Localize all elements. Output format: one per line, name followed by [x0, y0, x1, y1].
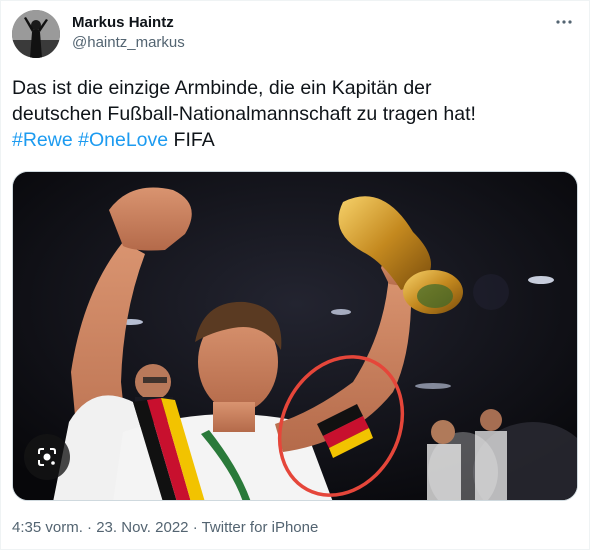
author-handle[interactable]: @haintz_markus [72, 33, 185, 53]
tweet-meta: 4:35 vorm. · 23. Nov. 2022 · Twitter for… [12, 518, 318, 538]
google-lens-icon[interactable] [24, 434, 70, 480]
tweet-text-line-3: #Rewe #OneLove FIFA [12, 127, 578, 153]
tweet-text-line-1: Das ist die einzige Armbinde, die ein Ka… [12, 77, 432, 99]
meta-separator: · [87, 519, 93, 536]
tweet-date[interactable]: 23. Nov. 2022 [96, 519, 188, 536]
avatar[interactable] [12, 10, 60, 58]
hashtag-onelove[interactable]: #OneLove [78, 129, 168, 151]
tweet-source[interactable]: Twitter for iPhone [202, 519, 319, 536]
tweet-text: Das ist die einzige Armbinde, die ein Ka… [12, 75, 578, 153]
hashtag-rewe[interactable]: #Rewe [12, 129, 73, 151]
meta-separator-2: · [192, 519, 198, 536]
tweet-text-line-2: deutschen Fußball-Nationalmannschaft zu … [12, 103, 476, 125]
author-name[interactable]: Markus Haintz [72, 13, 174, 33]
more-horizontal-icon[interactable] [554, 12, 574, 32]
tweet-photo[interactable] [12, 171, 578, 501]
tweet-trailing-text: FIFA [173, 129, 215, 151]
tweet-time[interactable]: 4:35 vorm. [12, 519, 83, 536]
